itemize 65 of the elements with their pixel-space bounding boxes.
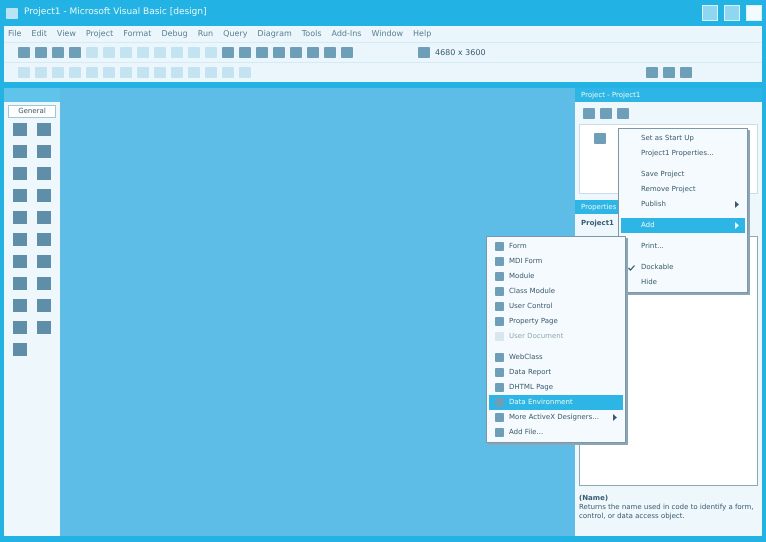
- toolbar-icon[interactable]: [341, 47, 353, 58]
- tool-icon[interactable]: [13, 342, 27, 356]
- menu-item[interactable]: Window: [371, 28, 404, 40]
- tool-icon[interactable]: [37, 166, 51, 180]
- submenu-arrow-icon: [613, 414, 617, 421]
- tool-icon[interactable]: [13, 254, 27, 268]
- toolbar-icon[interactable]: [646, 67, 658, 78]
- toolbar-icon[interactable]: [418, 47, 430, 58]
- menu-item[interactable]: File: [8, 28, 22, 40]
- toolbar-icon[interactable]: [256, 47, 268, 58]
- toolbar-icon[interactable]: [290, 47, 302, 58]
- tool-icon[interactable]: [37, 188, 51, 202]
- menu-item[interactable]: Tools: [302, 28, 322, 40]
- menu-item[interactable]: View: [56, 28, 76, 40]
- window-title: Project1 - Microsoft Visual Basic [design]: [24, 6, 207, 20]
- tool-icon[interactable]: [13, 122, 27, 136]
- tool-icon[interactable]: [37, 232, 51, 246]
- tool-icon[interactable]: [13, 298, 27, 312]
- menu-item[interactable]: Debug: [161, 28, 188, 40]
- close-button[interactable]: [746, 5, 762, 21]
- menu-item[interactable]: Help: [413, 28, 432, 40]
- minimize-button[interactable]: [702, 5, 718, 21]
- menu-item[interactable]: Edit: [31, 28, 47, 40]
- tool-icon[interactable]: [37, 254, 51, 268]
- submenu-arrow-icon: [735, 200, 739, 208]
- menu-item[interactable]: Query: [223, 28, 248, 40]
- toolbar-icon[interactable]: [600, 108, 612, 118]
- toolbar-icon[interactable]: [680, 67, 692, 78]
- toolbar-icon[interactable]: [617, 108, 629, 118]
- coordinates-text: 4680 x 3600: [435, 46, 486, 58]
- checkmark-icon: [628, 264, 634, 270]
- menu-item[interactable]: Run: [198, 28, 214, 40]
- tool-icon[interactable]: [13, 232, 27, 246]
- tool-icon[interactable]: [13, 188, 27, 202]
- tool-icon[interactable]: [37, 298, 51, 312]
- toolbar-icon[interactable]: [69, 47, 81, 58]
- tool-icon[interactable]: [37, 320, 51, 334]
- toolbar-icon[interactable]: [52, 47, 64, 58]
- tool-icon[interactable]: [13, 166, 27, 180]
- menu-item[interactable]: Add-Ins: [332, 28, 362, 40]
- tool-icon[interactable]: [13, 210, 27, 224]
- toolbar-icon[interactable]: [307, 47, 319, 58]
- toolbar-icon[interactable]: [324, 47, 336, 58]
- toolbar-icon[interactable]: [663, 67, 675, 78]
- tool-icon[interactable]: [13, 320, 27, 334]
- menu-item[interactable]: Format: [123, 28, 152, 40]
- tool-icon[interactable]: [13, 144, 27, 158]
- app-icon: [6, 8, 18, 18]
- maximize-button[interactable]: [724, 5, 740, 21]
- tool-icon[interactable]: [13, 276, 27, 290]
- menu-item[interactable]: Project: [86, 28, 114, 40]
- menu-item[interactable]: Diagram: [257, 28, 292, 40]
- tool-icon[interactable]: [37, 122, 51, 136]
- tool-icon[interactable]: [37, 210, 51, 224]
- toolbar-icon[interactable]: [273, 47, 285, 58]
- submenu-arrow-icon: [735, 222, 739, 229]
- toolbox-titlebar: [4, 88, 60, 102]
- toolbar-icon[interactable]: [222, 47, 234, 58]
- tool-icon[interactable]: [37, 144, 51, 158]
- toolbar-icon[interactable]: [35, 47, 47, 58]
- toolbar-icon[interactable]: [239, 47, 251, 58]
- toolbar-icon[interactable]: [583, 108, 595, 118]
- tool-icon[interactable]: [37, 276, 51, 290]
- project-icon: [594, 133, 606, 144]
- toolbar-icon[interactable]: [18, 47, 30, 58]
